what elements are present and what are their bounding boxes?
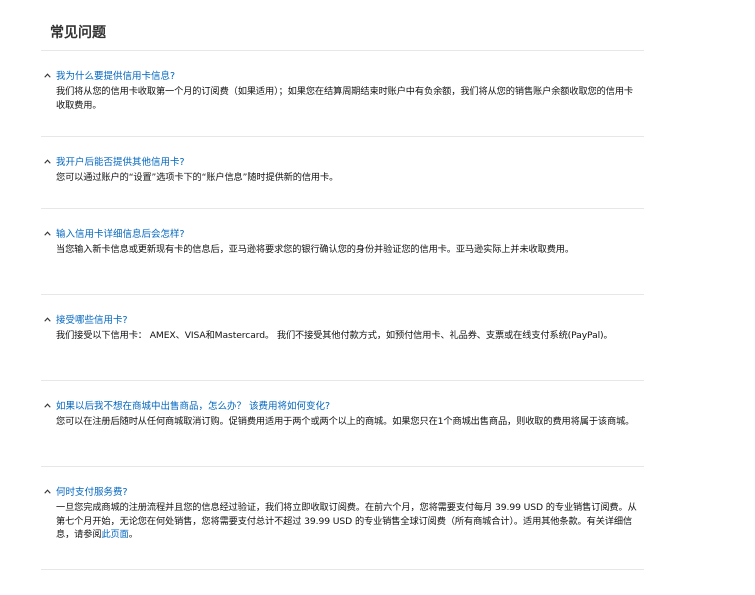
this-page-link[interactable]: 此页面	[101, 529, 128, 540]
chevron-up-icon	[44, 156, 54, 166]
faq-answer: 您可以在注册后随时从任何商城取消订购。促销费用适用于两个或两个以上的商城。如果您…	[56, 416, 635, 427]
faq-section: 常见问题 我为什么要提供信用卡信息? 我们将从您的信用卡收取第一个月的订阅费（如…	[41, 0, 644, 570]
faq-answer-end: 。	[128, 529, 138, 540]
faq-item: 何时支付服务费? 一旦您完成商城的注册流程并且您的信息经过验证，我们将立即收取订…	[41, 467, 644, 570]
faq-answer-text: 一旦您完成商城的注册流程并且您的信息经过验证，我们将立即收取订阅费。在前六个月，…	[56, 502, 637, 540]
faq-question-toggle[interactable]: 输入信用卡详细信息后会怎样?	[44, 225, 644, 241]
chevron-up-icon	[44, 70, 54, 80]
faq-question-toggle[interactable]: 何时支付服务费?	[44, 483, 644, 499]
chevron-up-icon	[44, 228, 54, 238]
chevron-up-icon	[44, 400, 54, 410]
faq-item: 输入信用卡详细信息后会怎样? 当您输入新卡信息或更新现有卡的信息后，亚马逊将要求…	[41, 209, 644, 295]
faq-answer: 当您输入新卡信息或更新现有卡的信息后，亚马逊将要求您的银行确认您的身份并验证您的…	[56, 244, 574, 255]
faq-answer: 我们将从您的信用卡收取第一个月的订阅费（如果适用）；如果您在结算周期结束时账户中…	[56, 86, 633, 111]
chevron-up-icon	[44, 314, 54, 324]
faq-question: 何时支付服务费?	[56, 487, 128, 498]
faq-question-toggle[interactable]: 我为什么要提供信用卡信息?	[44, 67, 644, 83]
faq-question: 输入信用卡详细信息后会怎样?	[56, 229, 185, 240]
faq-question: 我为什么要提供信用卡信息?	[56, 71, 176, 82]
faq-question-toggle[interactable]: 接受哪些信用卡?	[44, 311, 644, 327]
faq-item: 我为什么要提供信用卡信息? 我们将从您的信用卡收取第一个月的订阅费（如果适用）；…	[41, 51, 644, 137]
faq-answer: 您可以通过账户的“设置”选项卡下的“账户信息”随时提供新的信用卡。	[56, 172, 339, 183]
faq-item: 如果以后我不想在商城中出售商品，怎么办？ 该费用将如何变化? 您可以在注册后随时…	[41, 381, 644, 467]
faq-question: 我开户后能否提供其他信用卡?	[56, 157, 185, 168]
faq-question-toggle[interactable]: 如果以后我不想在商城中出售商品，怎么办？ 该费用将如何变化?	[44, 397, 644, 413]
faq-question: 如果以后我不想在商城中出售商品，怎么办？ 该费用将如何变化?	[56, 401, 331, 412]
faq-item: 我开户后能否提供其他信用卡? 您可以通过账户的“设置”选项卡下的“账户信息”随时…	[41, 137, 644, 209]
faq-question-toggle[interactable]: 我开户后能否提供其他信用卡?	[44, 153, 644, 169]
chevron-up-icon	[44, 486, 54, 496]
faq-answer: 一旦您完成商城的注册流程并且您的信息经过验证，我们将立即收取订阅费。在前六个月，…	[44, 499, 641, 542]
faq-answer: 我们接受以下信用卡： AMEX、VISA和Mastercard。 我们不接受其他…	[56, 330, 613, 341]
faq-question: 接受哪些信用卡?	[56, 315, 128, 326]
faq-item: 接受哪些信用卡? 我们接受以下信用卡： AMEX、VISA和Mastercard…	[41, 295, 644, 381]
faq-title: 常见问题	[41, 0, 644, 51]
